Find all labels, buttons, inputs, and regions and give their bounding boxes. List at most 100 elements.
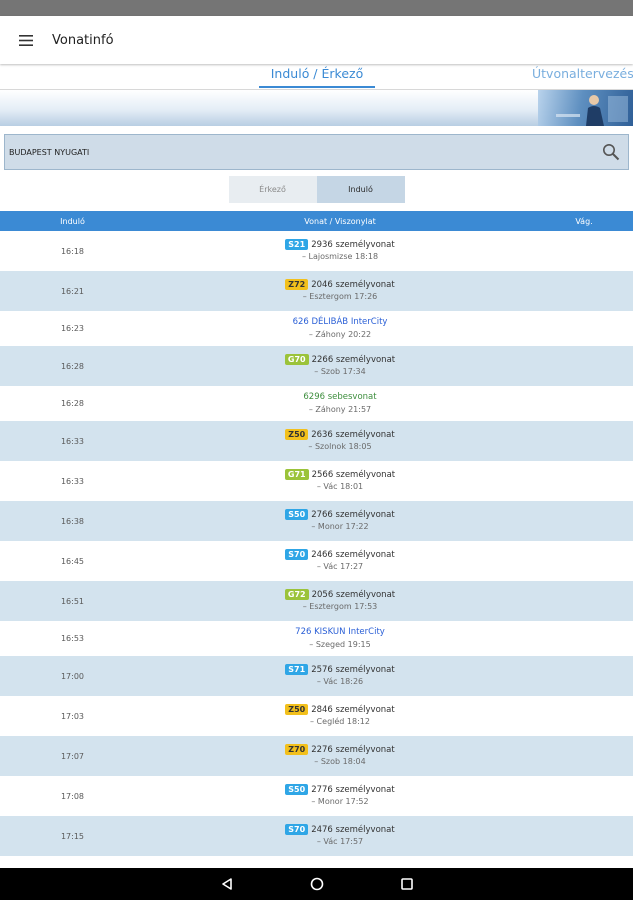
direction-toggle: Érkező Induló (0, 172, 633, 208)
train-cell: Z72 2046 személyvonat – Esztergom 17:26 (145, 277, 535, 305)
departure-time: 16:21 (60, 286, 85, 296)
search-icon[interactable] (602, 143, 620, 161)
line-badge: S50 (285, 509, 309, 520)
toggle-indulo-button[interactable]: Induló (316, 176, 405, 203)
train-destination: – Monor 17:22 (311, 522, 369, 531)
train-destination: – Szeged 19:15 (309, 639, 371, 649)
train-name: 2566 személyvonat (311, 469, 396, 480)
departure-time: 16:33 (60, 476, 85, 486)
line-badge: Z72 (285, 279, 309, 290)
train-destination: – Vác 17:27 (316, 562, 364, 571)
train-destination: – Esztergom 17:26 (302, 292, 378, 301)
recents-icon[interactable] (362, 868, 452, 900)
table-row[interactable]: 16:18 S21 2936 személyvonat – Lajosmizse 18… (0, 231, 633, 271)
table-row[interactable]: 17:03 Z50 2846 személyvonat – Cegléd 18:12 (0, 696, 633, 736)
train-name: 726 KISKUN InterCity (295, 627, 385, 637)
train-line: G72 2056 személyvonat (284, 587, 396, 602)
train-line: S50 2766 személyvonat (285, 507, 395, 522)
train-destination: – Esztergom 17:53 (302, 602, 378, 611)
line-badge: S70 (285, 549, 309, 560)
station-search-box[interactable] (4, 134, 629, 170)
app-title: Vonatinfó (52, 32, 114, 48)
train-name: 2936 személyvonat (311, 239, 395, 250)
line-badge: Z50 (285, 704, 309, 715)
tab-indulo-erkezo[interactable]: Induló / Érkező (259, 66, 375, 88)
departures-table: 16:18 S21 2936 személyvonat – Lajosmizse 18… (0, 231, 633, 868)
tab-bar: Induló / Érkező Útvonaltervezés (0, 64, 633, 90)
table-row[interactable]: 16:45 S70 2466 személyvonat – Vác 17:27 (0, 541, 633, 581)
train-destination: – Vác 17:57 (316, 837, 364, 846)
departure-time: 17:03 (60, 711, 85, 721)
table-row[interactable]: 17:07 Z70 2276 személyvonat – Szob 18:04 (0, 736, 633, 776)
train-name: 2776 személyvonat (311, 784, 395, 795)
train-cell: G70 2266 személyvonat – Szob 17:34 (145, 352, 535, 380)
train-cell: S50 2766 személyvonat – Monor 17:22 (145, 507, 535, 535)
train-destination: – Záhony 21:57 (308, 404, 372, 414)
table-row[interactable]: 16:28 6296 sebesvonat – Záhony 21:57 (0, 386, 633, 421)
departure-time: 16:53 (60, 634, 85, 643)
departure-time: 17:00 (60, 671, 85, 681)
header-departure: Induló (60, 216, 85, 226)
toggle-erkezo-button[interactable]: Érkező (228, 176, 317, 203)
header-train: Vonat / Viszonylat (304, 216, 376, 226)
train-cell: S21 2936 személyvonat – Lajosmizse 18:18 (145, 237, 535, 265)
table-row[interactable]: 16:33 Z50 2636 személyvonat – Szolnok 18:05 (0, 421, 633, 461)
tab-utvonaltervezes[interactable]: Útvonaltervezés (532, 66, 633, 81)
departure-time: 16:18 (60, 246, 85, 256)
line-badge: Z70 (285, 744, 309, 755)
banner-photo (538, 90, 633, 126)
train-cell: S70 2466 személyvonat – Vác 17:27 (145, 547, 535, 575)
train-name: 626 DÉLIBÁB InterCity (292, 317, 388, 327)
table-row[interactable]: 17:08 S50 2776 személyvonat – Monor 17:52 (0, 776, 633, 816)
train-name: 6296 sebesvonat (303, 392, 377, 402)
home-icon[interactable] (272, 868, 362, 900)
train-destination: – Monor 17:52 (311, 797, 369, 806)
departure-time: 16:45 (60, 556, 85, 566)
header-track: Vág. (575, 216, 593, 226)
back-icon[interactable] (182, 868, 272, 900)
departure-time: 17:08 (60, 791, 85, 801)
departure-time: 16:28 (60, 399, 85, 408)
train-destination: – Szolnok 18:05 (308, 442, 372, 451)
train-destination: – Záhony 20:22 (308, 329, 372, 339)
train-name: 2576 személyvonat (311, 664, 395, 675)
train-destination: – Szob 17:34 (314, 367, 366, 376)
table-row[interactable]: 16:51 G72 2056 személyvonat – Esztergom 17:… (0, 581, 633, 621)
train-line: S71 2576 személyvonat (285, 662, 395, 677)
departure-time: 17:15 (60, 831, 85, 841)
train-line: G70 2266 személyvonat (284, 352, 395, 367)
table-row[interactable]: 16:33 G71 2566 személyvonat – Vác 18:01 (0, 461, 633, 501)
train-destination: – Lajosmizse 18:18 (301, 252, 379, 261)
train-line: 726 KISKUN InterCity (295, 625, 385, 640)
header-banner (0, 90, 633, 126)
train-line: Z72 2046 személyvonat (285, 277, 395, 292)
train-destination: – Szob 18:04 (314, 757, 366, 766)
train-name: 2766 személyvonat (311, 509, 395, 520)
departure-time: 16:23 (60, 324, 85, 333)
departure-time: 16:51 (60, 596, 85, 606)
train-cell: 726 KISKUN InterCity – Szeged 19:15 (145, 625, 535, 653)
table-row[interactable]: 17:15 S70 2476 személyvonat – Vác 17:57 (0, 816, 633, 856)
train-cell: S70 2476 személyvonat – Vác 17:57 (145, 822, 535, 850)
departure-time: 17:07 (60, 751, 85, 761)
train-line: S21 2936 személyvonat (285, 237, 395, 252)
station-search-input[interactable] (9, 147, 569, 157)
train-name: 2056 személyvonat (311, 589, 396, 600)
line-badge: S50 (285, 784, 309, 795)
departure-time: 16:38 (60, 516, 85, 526)
table-row[interactable]: 16:23 626 DÉLIBÁB InterCity – Záhony 20:22 (0, 311, 633, 346)
line-badge: G72 (284, 589, 309, 600)
train-name: 2636 személyvonat (311, 429, 395, 440)
table-row[interactable]: 16:28 G70 2266 személyvonat – Szob 17:34 (0, 346, 633, 386)
train-cell: 6296 sebesvonat – Záhony 21:57 (145, 390, 535, 418)
line-badge: S70 (285, 824, 309, 835)
table-header: Induló Vonat / Viszonylat Vág. (0, 211, 633, 231)
table-row[interactable]: 17:00 S71 2576 személyvonat – Vác 18:26 (0, 656, 633, 696)
train-line: S70 2466 személyvonat (285, 547, 395, 562)
menu-icon[interactable] (0, 16, 52, 64)
table-row[interactable]: 16:21 Z72 2046 személyvonat – Esztergom 17:… (0, 271, 633, 311)
line-badge: G71 (284, 469, 309, 480)
table-row[interactable]: 16:38 S50 2766 személyvonat – Monor 17:22 (0, 501, 633, 541)
train-cell: G72 2056 személyvonat – Esztergom 17:53 (145, 587, 535, 615)
table-row[interactable]: 16:53 726 KISKUN InterCity – Szeged 19:15 (0, 621, 633, 656)
